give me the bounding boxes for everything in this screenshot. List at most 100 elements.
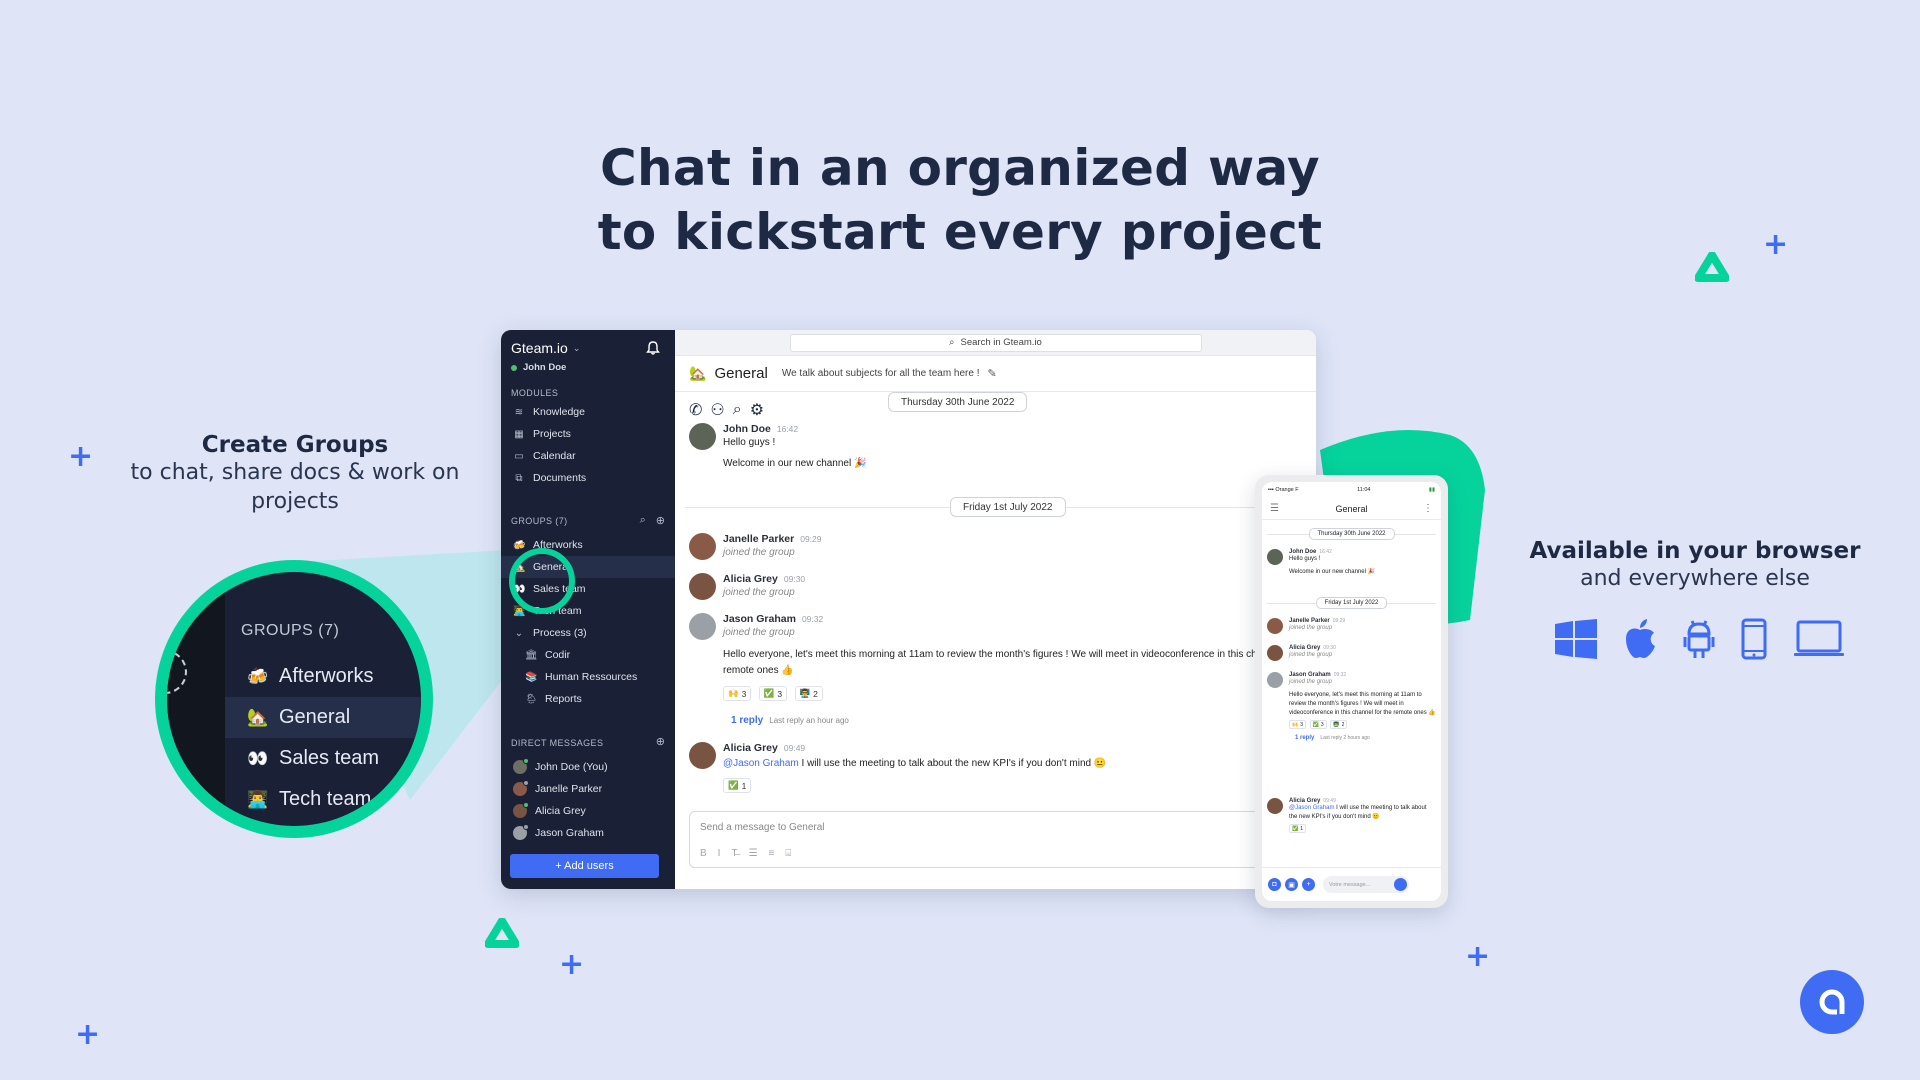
dm-label: Jason Graham — [535, 827, 604, 839]
zoom-group-general[interactable]: 🏡 General — [225, 697, 421, 738]
sidebar-item-projects[interactable]: ▦ Projects — [501, 423, 675, 445]
author-name[interactable]: Janelle Parker — [723, 533, 794, 545]
image-icon[interactable]: ▣ — [1285, 878, 1298, 891]
hamburger-menu-icon[interactable]: ☰ — [1270, 503, 1279, 514]
reaction[interactable]: 🙌 3 — [1289, 720, 1307, 729]
modules-header: MODULES — [511, 388, 559, 398]
reaction[interactable]: ✅ 3 — [758, 686, 788, 701]
mobile-app-mockup: ▪▪▪ Orange F 11:04 ▮▮ ☰ General ⋮ Thursd… — [1255, 475, 1448, 908]
status-dot — [523, 802, 529, 808]
dm-john-doe[interactable]: John Doe (You) — [501, 756, 675, 778]
workspace-switcher[interactable]: Gteam.io ⌄ — [511, 340, 580, 356]
reaction[interactable]: ✅ 3 — [1309, 720, 1327, 729]
beer-icon: 🍻 — [247, 666, 269, 686]
search-icon: ⌕ — [949, 337, 955, 348]
dm-alicia-grey[interactable]: Alicia Grey — [501, 800, 675, 822]
dm-janelle-parker[interactable]: Janelle Parker — [501, 778, 675, 800]
sidebar-item-label: Projects — [533, 428, 571, 440]
house-icon: 🏡 — [247, 707, 269, 727]
plus-decoration-icon: + — [559, 947, 585, 982]
manage-members-icon[interactable]: ⚇ — [710, 400, 724, 420]
author-name[interactable]: Alicia Grey — [723, 742, 778, 754]
groups-header: GROUPS (7) — [241, 622, 340, 639]
search-input[interactable]: ⌕ Search in Gteam.io — [789, 333, 1202, 352]
reply-meta: Last reply 2 hours ago — [1320, 735, 1370, 741]
numbered-list-icon[interactable]: ≡ — [769, 848, 775, 859]
composer-placeholder: Send a message to General — [700, 822, 825, 833]
add-dm-icon[interactable]: ⊕ — [656, 735, 665, 748]
search-icon[interactable]: ⌕ — [733, 401, 742, 419]
add-group-icon[interactable]: ⊕ — [656, 514, 665, 527]
windows-icon — [1555, 619, 1597, 659]
reaction[interactable]: 👨‍🏫 2 — [1330, 720, 1348, 729]
create-groups-callout: Create Groups to chat, share docs & work… — [120, 432, 470, 516]
microphone-icon[interactable] — [1394, 878, 1407, 891]
avatar — [689, 533, 716, 560]
italic-icon[interactable]: I — [718, 848, 721, 859]
settings-icon[interactable]: ⚙ — [750, 400, 764, 420]
code-block-icon[interactable]: ⌸ — [785, 848, 791, 859]
bold-icon[interactable]: B — [700, 848, 707, 859]
sidebar-group-codir[interactable]: 🏛 Codir — [501, 644, 675, 666]
sidebar-item-knowledge[interactable]: ≋ Knowledge — [501, 401, 675, 423]
search-groups-icon[interactable]: ⌕ — [640, 514, 646, 527]
phone-call-icon[interactable]: ✆ — [689, 400, 702, 420]
strikethrough-icon[interactable]: T̶ — [731, 848, 737, 859]
sidebar-item-label: Codir — [545, 649, 571, 661]
sidebar-item-label: Knowledge — [533, 406, 585, 418]
system-message: joined the group — [723, 547, 795, 558]
plus-decoration-icon: + — [75, 1017, 101, 1052]
author-name[interactable]: Alicia Grey — [723, 573, 778, 585]
reaction[interactable]: ✅ 1 — [723, 778, 752, 793]
author-name[interactable]: Jason Graham — [723, 613, 796, 625]
format-toolbar: B I T̶ ☰ ≡ ⌸ — [700, 848, 791, 859]
sidebar-item-label: Human Ressources — [545, 671, 638, 683]
sidebar-group-human-ressources[interactable]: 📚 Human Ressources — [501, 666, 675, 688]
camera-icon[interactable]: ◘ — [1268, 878, 1281, 891]
reaction[interactable]: 👨‍🏫 2 — [794, 686, 823, 701]
channel-name: General — [714, 365, 768, 382]
battery-icon: ▮▮ — [1428, 487, 1435, 493]
date-divider: Friday 1st July 2022 — [1315, 597, 1388, 609]
sidebar-group-reports[interactable]: 🌦 Reports — [501, 688, 675, 710]
reaction[interactable]: ✅ 1 — [1289, 824, 1307, 833]
bullet-list-icon[interactable]: ☰ — [749, 848, 758, 859]
mobile-message-input[interactable]: Votre message... — [1323, 876, 1409, 893]
zoom-group-sales-team[interactable]: 👀 Sales team — [225, 738, 421, 779]
rail — [167, 572, 225, 826]
plus-icon[interactable]: + — [1302, 878, 1315, 891]
add-users-button[interactable]: + Add users — [510, 854, 659, 878]
sidebar-item-documents[interactable]: ⧉ Documents — [501, 467, 675, 489]
reply-link[interactable]: 1 reply — [731, 715, 763, 726]
check-mark-icon: ✅ — [728, 780, 739, 790]
groups-header: GROUPS (7) — [511, 516, 568, 526]
callout-subtitle: to chat, share docs & work on projects — [130, 460, 460, 514]
dm-jason-graham[interactable]: Jason Graham — [501, 822, 675, 844]
mention-link[interactable]: @Jason Graham — [723, 758, 799, 769]
mention-link[interactable]: @Jason Graham — [1289, 805, 1334, 811]
raised-hands-icon: 🙌 — [728, 688, 739, 698]
teacher-icon: 👨‍🏫 — [799, 688, 811, 698]
zoom-group-tech-team[interactable]: 👨‍💻 Tech team — [225, 779, 421, 820]
avatar — [513, 824, 529, 840]
edit-description-icon[interactable]: ✎ — [988, 367, 997, 380]
message-time: 09:29 — [800, 534, 822, 544]
bell-icon[interactable] — [645, 340, 661, 356]
more-vertical-icon[interactable]: ⋮ — [1423, 503, 1433, 514]
sidebar-item-calendar[interactable]: ▭ Calendar — [501, 445, 675, 467]
message-composer[interactable]: Send a message to General B I T̶ ☰ ≡ ⌸ ▥ — [689, 811, 1316, 868]
logo-a-icon — [1819, 989, 1845, 1015]
dm-label: Janelle Parker — [535, 783, 603, 795]
chevron-down-icon: ⌄ — [572, 342, 581, 353]
sidebar-item-label: Reports — [545, 693, 582, 705]
author-name[interactable]: John Doe — [723, 423, 771, 435]
documents-icon: ⧉ — [515, 472, 523, 484]
reply-link[interactable]: 1 reply — [1295, 735, 1314, 741]
reaction[interactable]: 🙌 3 — [723, 686, 752, 701]
projects-icon: ▦ — [514, 428, 524, 440]
apple-icon — [1626, 619, 1655, 658]
sidebar-folder-process[interactable]: ⌄ Process (3) — [501, 622, 675, 644]
headline-line-1: Chat in an organized way — [600, 139, 1320, 197]
message-time: 09:49 — [783, 743, 806, 753]
zoom-group-afterworks[interactable]: 🍻 Afterworks — [225, 656, 421, 697]
